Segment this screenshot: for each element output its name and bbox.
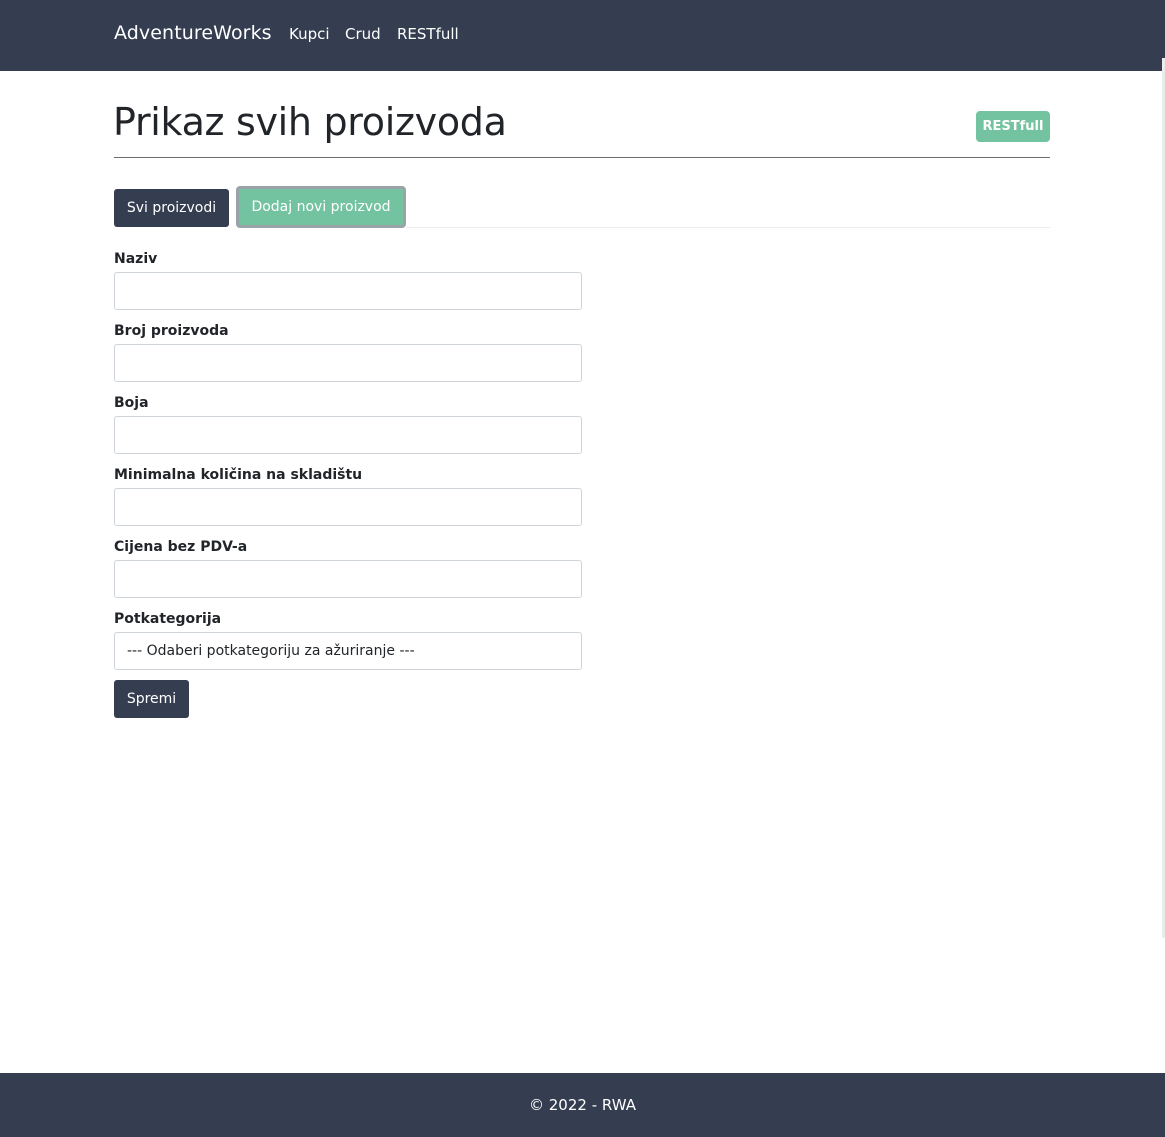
page-title: Prikaz svih proizvoda bbox=[113, 100, 507, 144]
min-kolicina-input[interactable] bbox=[114, 488, 582, 526]
naziv-input[interactable] bbox=[114, 272, 582, 310]
broj-proizvoda-label: Broj proizvoda bbox=[114, 323, 229, 339]
nav-link-kupci[interactable]: Kupci bbox=[289, 25, 330, 43]
naziv-label: Naziv bbox=[114, 251, 158, 267]
min-kolicina-label: Minimalna količina na skladištu bbox=[114, 467, 363, 483]
nav-link-restfull[interactable]: RESTfull bbox=[397, 25, 459, 43]
nav-link-crud[interactable]: Crud bbox=[345, 25, 381, 43]
title-divider bbox=[114, 157, 1050, 158]
restfull-badge[interactable]: RESTfull bbox=[976, 111, 1050, 142]
tabs-divider bbox=[406, 227, 1050, 228]
potkategorija-select[interactable]: --- Odaberi potkategoriju za ažuriranje … bbox=[114, 632, 582, 670]
tab-add-product[interactable]: Dodaj novi proizvod bbox=[236, 186, 406, 228]
save-button[interactable]: Spremi bbox=[114, 680, 189, 718]
potkategorija-label: Potkategorija bbox=[114, 611, 222, 627]
cijena-input[interactable] bbox=[114, 560, 582, 598]
brand-link[interactable]: AdventureWorks bbox=[114, 22, 272, 44]
top-navbar: AdventureWorks Kupci Crud RESTfull bbox=[0, 0, 1165, 71]
footer: © 2022 - RWA bbox=[0, 1073, 1165, 1137]
boja-input[interactable] bbox=[114, 416, 582, 454]
cijena-label: Cijena bez PDV-a bbox=[114, 539, 248, 555]
footer-copyright: © 2022 - RWA bbox=[529, 1096, 636, 1114]
tab-all-products[interactable]: Svi proizvodi bbox=[114, 189, 229, 227]
boja-label: Boja bbox=[114, 395, 149, 411]
broj-proizvoda-input[interactable] bbox=[114, 344, 582, 382]
